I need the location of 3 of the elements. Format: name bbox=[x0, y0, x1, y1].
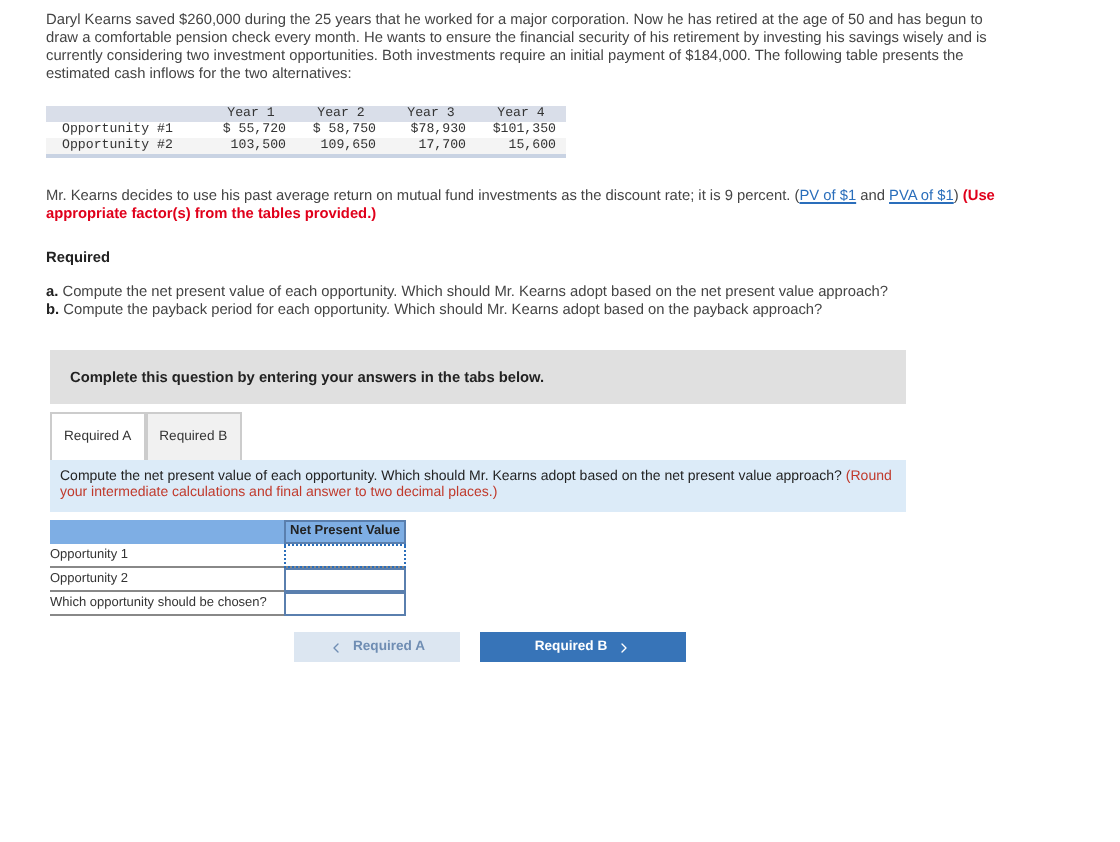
answer-field[interactable] bbox=[284, 568, 406, 593]
answer-field[interactable] bbox=[284, 592, 406, 617]
answer-field[interactable] bbox=[284, 544, 406, 569]
